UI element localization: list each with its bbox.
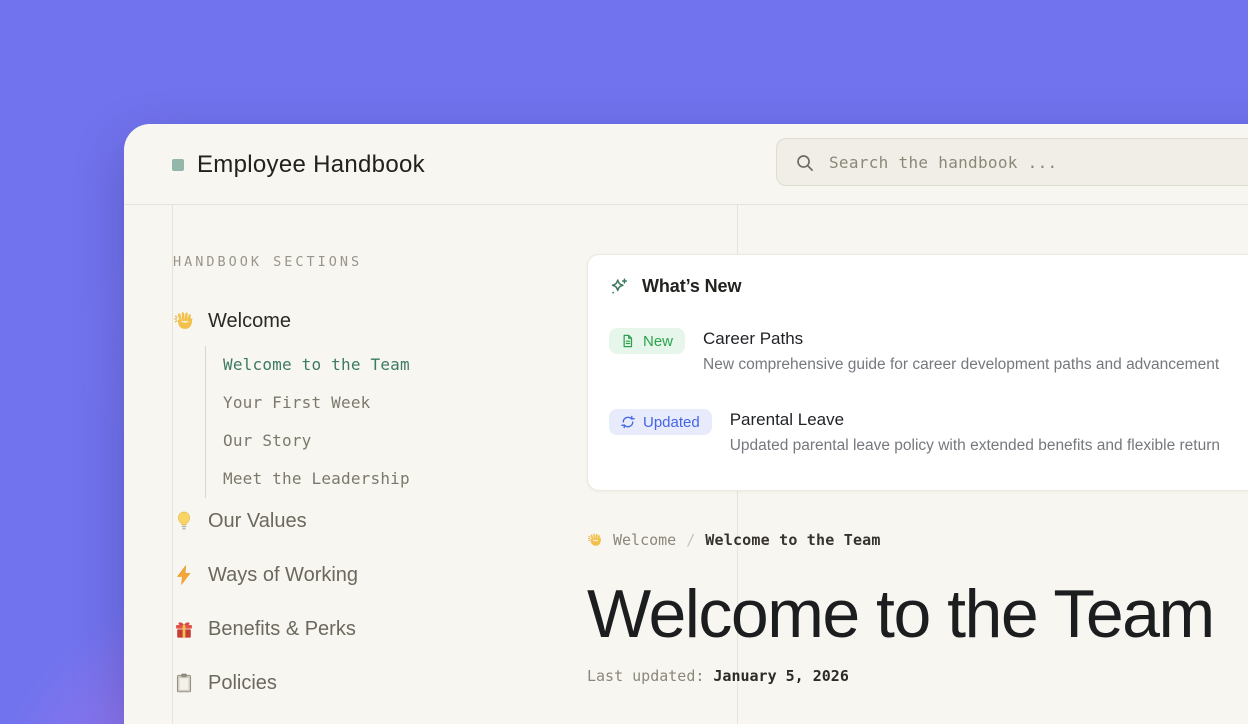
sidebar-item-label: Ways of Working	[208, 562, 358, 588]
desktop-background: { "brand": { "title": "Employee Handbook…	[0, 0, 1248, 724]
sidebar-item-label: Welcome	[208, 308, 291, 334]
bolt-icon	[173, 564, 195, 586]
sidebar-heading: HANDBOOK SECTIONS	[173, 254, 563, 270]
news-item-description: Updated parental leave policy with exten…	[730, 435, 1220, 456]
news-text: Career Paths New comprehensive guide for…	[703, 328, 1219, 375]
breadcrumb-current-page: Welcome to the Team	[705, 531, 880, 549]
news-item-title: Career Paths	[703, 328, 1219, 350]
sidebar-item-label: Our Values	[208, 508, 307, 534]
subsection-welcome-to-the-team[interactable]: Welcome to the Team	[223, 346, 563, 384]
news-item-description: New comprehensive guide for career devel…	[703, 354, 1219, 375]
brand-title: Employee Handbook	[197, 151, 425, 179]
brand-square-icon	[172, 159, 184, 171]
last-updated-label: Last updated:	[587, 667, 704, 685]
updated-badge: Updated	[609, 409, 712, 435]
sidebar-item-ways-of-working[interactable]: Ways of Working	[173, 562, 563, 588]
wave-hand-icon	[173, 310, 195, 332]
sidebar-item-policies[interactable]: Policies	[173, 670, 563, 696]
sidebar-item-our-values[interactable]: Our Values	[173, 508, 563, 534]
breadcrumb-separator: /	[686, 531, 695, 549]
handbook-window: Employee Handbook HANDBOOK SECTIONS	[124, 124, 1248, 724]
bulb-icon	[173, 510, 195, 532]
welcome-subsections: Welcome to the Team Your First Week Our …	[205, 346, 563, 498]
search-box[interactable]	[776, 138, 1248, 186]
badge-label: New	[643, 333, 673, 350]
whats-new-panel: What’s New New Career Paths New comprehe…	[587, 254, 1248, 491]
main-content: What’s New New Career Paths New comprehe…	[587, 205, 1248, 685]
sidebar-item-label: Policies	[208, 670, 277, 696]
whats-new-item-career-paths[interactable]: New Career Paths New comprehensive guide…	[609, 328, 1248, 375]
whats-new-title: What’s New	[642, 276, 741, 297]
gift-icon	[173, 618, 195, 640]
window-body: HANDBOOK SECTIONS	[124, 205, 1248, 723]
clipboard-icon	[173, 672, 195, 694]
whats-new-header: What’s New	[609, 276, 1248, 297]
sidebar: HANDBOOK SECTIONS	[173, 205, 563, 696]
brand: Employee Handbook	[172, 124, 425, 205]
news-item-title: Parental Leave	[730, 409, 1220, 431]
last-updated-date: January 5, 2026	[713, 667, 848, 685]
breadcrumb: Welcome / Welcome to the Team	[587, 529, 1248, 551]
news-text: Parental Leave Updated parental leave po…	[730, 409, 1220, 456]
search-input[interactable]	[829, 153, 1248, 172]
subsection-your-first-week[interactable]: Your First Week	[223, 384, 563, 422]
badge-label: Updated	[643, 414, 700, 431]
sparkle-icon	[609, 277, 629, 297]
subsection-our-story[interactable]: Our Story	[223, 422, 563, 460]
window-header: Employee Handbook	[124, 124, 1248, 205]
page-title: Welcome to the Team	[587, 577, 1248, 651]
sidebar-item-benefits-perks[interactable]: Benefits & Perks	[173, 616, 563, 642]
search-icon	[795, 153, 814, 172]
refresh-icon	[621, 415, 635, 429]
whats-new-item-parental-leave[interactable]: Updated Parental Leave Updated parental …	[609, 409, 1248, 456]
wave-hand-icon	[587, 532, 603, 548]
new-badge: New	[609, 328, 685, 354]
sidebar-item-label: Benefits & Perks	[208, 616, 356, 642]
sidebar-item-welcome[interactable]: Welcome	[173, 308, 563, 334]
last-updated: Last updated: January 5, 2026	[587, 667, 1248, 685]
breadcrumb-section-link[interactable]: Welcome	[613, 531, 676, 549]
subsection-meet-the-leadership[interactable]: Meet the Leadership	[223, 460, 563, 498]
document-icon	[621, 334, 635, 348]
